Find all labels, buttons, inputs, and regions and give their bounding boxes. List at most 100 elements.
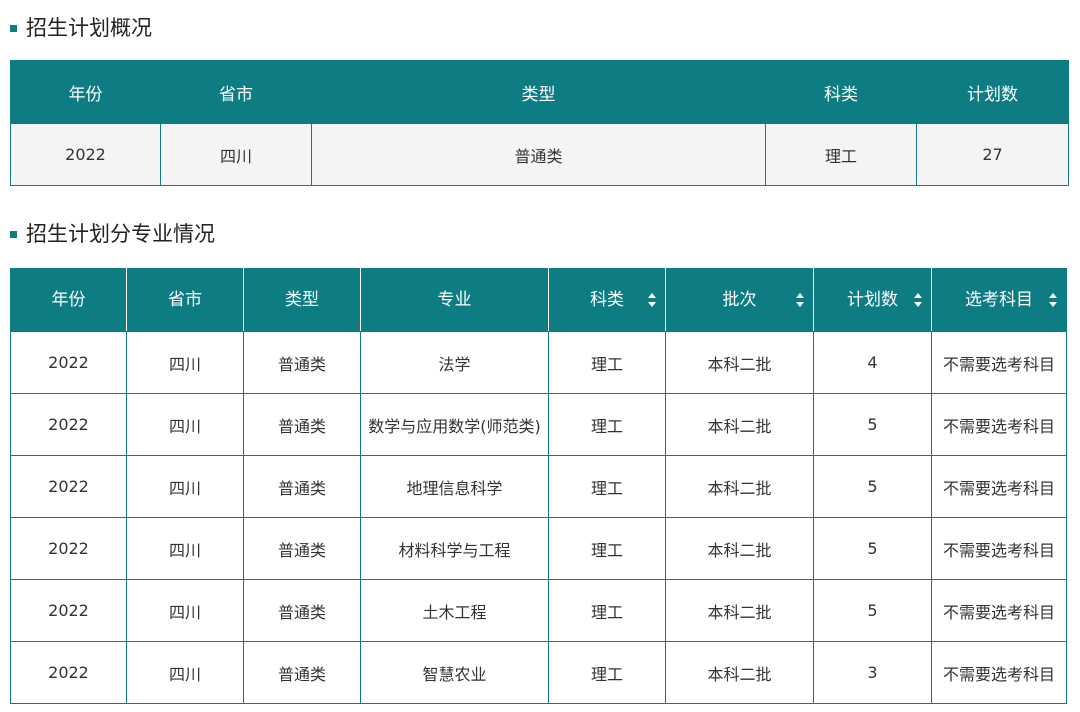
table-row: 2022 四川 普通类 地理信息科学 理工 本科二批 5 不需要选考科目 (10, 455, 1067, 518)
cell-year: 2022 (10, 123, 161, 186)
cell-batch: 本科二批 (665, 393, 814, 456)
cell-year: 2022 (10, 579, 127, 642)
column-header-province: 省市 (126, 268, 244, 332)
cell-plan-count: 5 (813, 517, 932, 580)
cell-major: 材料科学与工程 (360, 517, 549, 580)
cell-elective-subjects: 不需要选考科目 (931, 641, 1067, 704)
column-header-inner: 计划数 (814, 269, 931, 331)
cell-batch: 本科二批 (665, 641, 814, 704)
cell-category: 理工 (548, 641, 666, 704)
column-header-inner: 科类 (549, 269, 665, 331)
column-header-inner: 类型 (244, 269, 360, 331)
cell-category: 理工 (765, 123, 917, 186)
cell-province: 四川 (126, 517, 244, 580)
cell-year: 2022 (10, 641, 127, 704)
cell-year: 2022 (10, 517, 127, 580)
cell-elective-subjects: 不需要选考科目 (931, 517, 1067, 580)
column-header-plan-count: 计划数 (916, 60, 1069, 124)
table-row: 2022 四川 普通类 法学 理工 本科二批 4 不需要选考科目 (10, 331, 1067, 394)
column-header-label: 科类 (590, 290, 624, 310)
cell-year: 2022 (10, 455, 127, 518)
sort-icon[interactable] (796, 293, 804, 307)
major-plan-table: 年份 省市 类型 专业 科类 批次 计划数 选考科目 2022 四川 普通类 法学 理工 本科二批 4 不需… (10, 268, 1067, 704)
sort-icon[interactable] (648, 293, 656, 307)
table-row: 2022 四川 普通类 土木工程 理工 本科二批 5 不需要选考科目 (10, 579, 1067, 642)
table-row: 2022 四川 普通类 数学与应用数学(师范类) 理工 本科二批 5 不需要选考科目 (10, 393, 1067, 456)
cell-major: 地理信息科学 (360, 455, 549, 518)
section-title-by-major: 招生计划分专业情况 (10, 214, 215, 254)
cell-batch: 本科二批 (665, 331, 814, 394)
cell-year: 2022 (10, 393, 127, 456)
cell-type: 普通类 (243, 455, 361, 518)
overview-table: 年份 省市 类型 科类 计划数 2022 四川 普通类 理工 27 (10, 60, 1069, 186)
cell-province: 四川 (126, 393, 244, 456)
cell-plan-count: 5 (813, 393, 932, 456)
column-header-type: 类型 (243, 268, 361, 332)
cell-plan-count: 5 (813, 579, 932, 642)
cell-category: 理工 (548, 393, 666, 456)
column-header-inner: 选考科目 (932, 269, 1066, 331)
cell-batch: 本科二批 (665, 455, 814, 518)
cell-plan-count: 27 (916, 123, 1069, 186)
column-header-major: 专业 (360, 268, 549, 332)
cell-major: 土木工程 (360, 579, 549, 642)
cell-type: 普通类 (243, 579, 361, 642)
column-header-year: 年份 (10, 268, 127, 332)
column-header-province: 省市 (160, 60, 312, 124)
cell-major: 智慧农业 (360, 641, 549, 704)
square-bullet-icon (10, 230, 17, 238)
cell-elective-subjects: 不需要选考科目 (931, 393, 1067, 456)
cell-plan-count: 3 (813, 641, 932, 704)
section-title-text: 招生计划分专业情况 (26, 222, 215, 246)
column-header-label: 选考科目 (965, 290, 1033, 310)
sort-icon[interactable] (1049, 293, 1057, 307)
cell-category: 理工 (548, 331, 666, 394)
cell-plan-count: 4 (813, 331, 932, 394)
cell-province: 四川 (126, 641, 244, 704)
cell-major: 数学与应用数学(师范类) (360, 393, 549, 456)
column-header-label: 批次 (722, 290, 757, 310)
square-bullet-icon (10, 24, 17, 32)
table-header-row: 年份 省市 类型 专业 科类 批次 计划数 选考科目 (10, 268, 1067, 332)
cell-province: 四川 (126, 455, 244, 518)
cell-category: 理工 (548, 579, 666, 642)
section-title-text: 招生计划概况 (26, 16, 152, 40)
cell-elective-subjects: 不需要选考科目 (931, 331, 1067, 394)
cell-province: 四川 (160, 123, 312, 186)
column-header-year: 年份 (10, 60, 161, 124)
cell-type: 普通类 (243, 517, 361, 580)
table-row: 2022 四川 普通类 智慧农业 理工 本科二批 3 不需要选考科目 (10, 641, 1067, 704)
column-header-label: 专业 (437, 290, 472, 310)
column-header-inner: 年份 (11, 269, 126, 331)
column-header-elective-subjects[interactable]: 选考科目 (931, 268, 1067, 332)
column-header-category: 科类 (765, 60, 917, 124)
table-row: 2022 四川 普通类 材料科学与工程 理工 本科二批 5 不需要选考科目 (10, 517, 1067, 580)
cell-major: 法学 (360, 331, 549, 394)
cell-category: 理工 (548, 517, 666, 580)
cell-type: 普通类 (243, 641, 361, 704)
cell-year: 2022 (10, 331, 127, 394)
column-header-label: 类型 (285, 290, 319, 310)
column-header-label: 计划数 (847, 290, 898, 310)
cell-type: 普通类 (243, 393, 361, 456)
cell-batch: 本科二批 (665, 579, 814, 642)
column-header-label: 年份 (51, 290, 86, 310)
cell-elective-subjects: 不需要选考科目 (931, 455, 1067, 518)
column-header-inner: 省市 (127, 269, 243, 331)
column-header-plan-count[interactable]: 计划数 (813, 268, 932, 332)
section-title-overview: 招生计划概况 (10, 8, 152, 48)
cell-province: 四川 (126, 331, 244, 394)
cell-province: 四川 (126, 579, 244, 642)
table-header-row: 年份 省市 类型 科类 计划数 (10, 60, 1069, 124)
column-header-category[interactable]: 科类 (548, 268, 666, 332)
column-header-batch[interactable]: 批次 (665, 268, 814, 332)
sort-icon[interactable] (914, 293, 922, 307)
cell-type: 普通类 (311, 123, 766, 186)
column-header-label: 省市 (168, 290, 202, 310)
column-header-inner: 批次 (666, 269, 813, 331)
cell-batch: 本科二批 (665, 517, 814, 580)
cell-category: 理工 (548, 455, 666, 518)
column-header-type: 类型 (311, 60, 766, 124)
cell-type: 普通类 (243, 331, 361, 394)
cell-elective-subjects: 不需要选考科目 (931, 579, 1067, 642)
